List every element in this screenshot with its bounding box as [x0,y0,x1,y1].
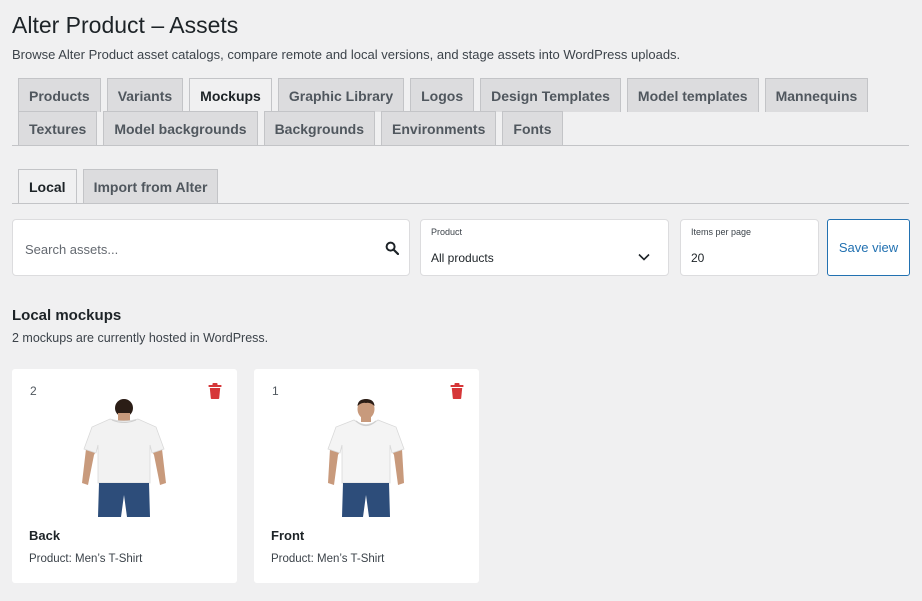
card-product: Product: Men’s T-Shirt [29,553,143,565]
page-description: Browse Alter Product asset catalogs, com… [12,47,681,62]
tshirt-back-image [82,399,166,517]
product-select-label: Product [431,227,463,237]
section-subtitle: 2 mockups are currently hosted in WordPr… [12,331,269,345]
tab-environments[interactable]: Environments [381,111,497,145]
subtab-import-from-alter[interactable]: Import from Alter [82,169,219,203]
sub-tabs-divider [12,203,909,204]
tab-textures[interactable]: Textures [18,111,98,145]
tshirt-front-image [327,399,405,517]
search-field [12,219,410,276]
page-title: Alter Product – Assets [12,12,239,38]
mockup-card[interactable]: 2 Back Product: Men’s T-Shirt [12,369,237,583]
items-per-page-field[interactable]: Items per page 20 [680,219,819,276]
product-select[interactable]: Product All products [420,219,669,276]
tab-backgrounds[interactable]: Backgrounds [263,111,376,145]
mockup-card[interactable]: 1 Front Product: Men’s T-Shirt [254,369,479,583]
main-tabs-row-1: Products Variants Mockups Graphic Librar… [18,78,874,112]
main-tabs-row-2: Textures Model backgrounds Backgrounds E… [18,111,569,145]
tab-variants[interactable]: Variants [106,78,184,112]
card-name: Front [271,528,305,543]
tab-model-backgrounds[interactable]: Model backgrounds [103,111,258,145]
section-title: Local mockups [12,307,122,324]
product-select-value: All products [431,251,494,265]
save-view-button[interactable]: Save view [827,219,910,276]
tab-design-templates[interactable]: Design Templates [480,78,621,112]
tab-model-templates[interactable]: Model templates [626,78,759,112]
tab-graphic-library[interactable]: Graphic Library [277,78,405,112]
card-product: Product: Men’s T-Shirt [271,553,385,565]
tab-mannequins[interactable]: Mannequins [764,78,869,112]
tab-fonts[interactable]: Fonts [502,111,563,145]
chevron-down-icon [638,253,650,261]
items-per-page-value: 20 [691,251,705,265]
card-number: 1 [272,384,279,398]
sub-tabs: Local Import from Alter [18,169,224,204]
card-number: 2 [30,384,37,398]
trash-icon[interactable] [208,383,222,399]
card-name: Back [29,528,61,543]
tab-products[interactable]: Products [18,78,101,112]
search-input[interactable] [25,238,365,260]
subtab-local[interactable]: Local [18,169,77,204]
trash-icon[interactable] [450,383,464,399]
tab-mockups[interactable]: Mockups [189,78,272,112]
search-icon[interactable] [385,241,399,255]
items-per-page-label: Items per page [691,227,752,237]
tab-logos[interactable]: Logos [410,78,475,112]
main-tabs-divider [12,145,909,146]
